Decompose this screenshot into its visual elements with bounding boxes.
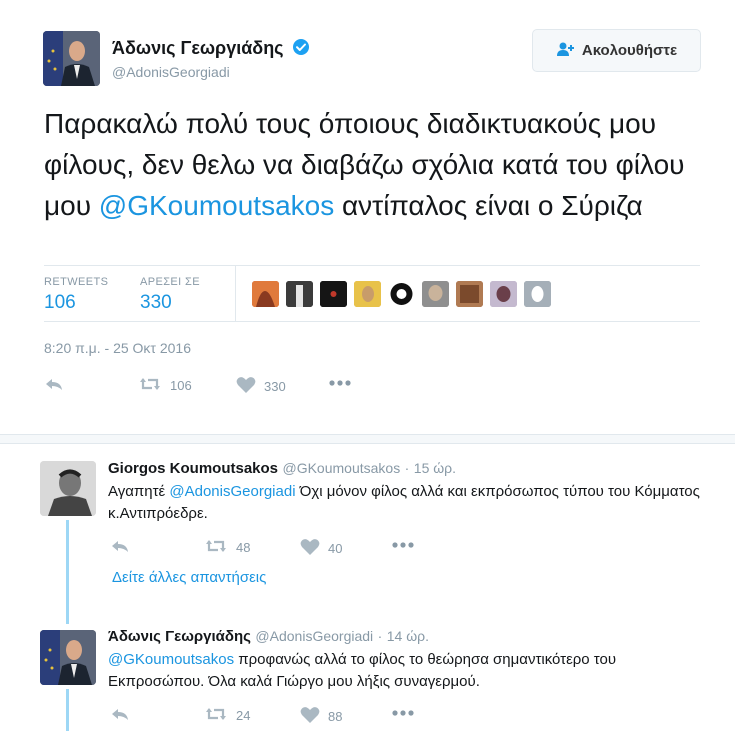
reply-author-handle[interactable]: @AdonisGeorgiadi [255, 628, 373, 644]
author-handle[interactable]: @AdonisGeorgiadi [112, 64, 230, 80]
reply-dot: · [404, 460, 410, 476]
reply-mention-link[interactable]: @AdonisGeorgiadi [169, 483, 295, 500]
more-dots-icon [391, 706, 415, 721]
reply-time[interactable]: 15 ώρ. [414, 460, 456, 476]
liker-avatar[interactable] [320, 281, 347, 307]
like-button[interactable]: 330 [236, 376, 286, 397]
reply-author-handle[interactable]: @GKoumoutsakos [282, 460, 400, 476]
liker-avatar[interactable] [490, 281, 517, 307]
liker-avatar[interactable] [456, 281, 483, 307]
tweet-text: Παρακαλώ πολύ τους όποιους διαδικτυακούς… [44, 103, 724, 226]
reply-text: @GKoumoutsakos προφανώς αλλά το φίλος το… [108, 649, 708, 693]
liker-avatar[interactable] [422, 281, 449, 307]
section-separator [0, 434, 735, 444]
likes-stat[interactable]: ΑΡΕΣΕΙ ΣΕ 330 [140, 276, 200, 314]
reply-header: Giorgos Koumoutsakos @GKoumoutsakos · 15… [108, 460, 456, 478]
retweet-button[interactable]: 48 [204, 538, 250, 557]
retweet-icon [204, 538, 228, 557]
liker-avatar[interactable] [286, 281, 313, 307]
more-replies-link[interactable]: Δείτε άλλες απαντήσεις [112, 569, 266, 586]
reply-button[interactable] [110, 706, 130, 725]
likes-label: ΑΡΕΣΕΙ ΣΕ [140, 276, 200, 288]
more-options-button[interactable] [391, 706, 415, 721]
author-avatar[interactable] [43, 31, 100, 86]
reply-button[interactable] [110, 538, 130, 557]
like-count: 88 [328, 709, 343, 724]
reply-header: Άδωνις Γεωργιάδης @AdonisGeorgiadi · 14 … [108, 628, 429, 646]
likes-value: 330 [140, 292, 172, 313]
stats-divider [235, 266, 236, 322]
retweet-count: 24 [236, 708, 251, 723]
reply-text-before: Αγαπητέ [108, 483, 170, 500]
reply-dot: · [377, 628, 383, 644]
reply-text: Αγαπητέ @AdonisGeorgiadi Όχι μόνον φίλος… [108, 481, 708, 525]
reply-avatar[interactable] [40, 630, 96, 685]
follow-button-label: Ακολουθήστε [581, 42, 678, 59]
thread-line [66, 520, 69, 624]
more-dots-icon [328, 376, 352, 391]
tweet-timestamp[interactable]: 8:20 π.μ. - 25 Οκτ 2016 [44, 340, 191, 356]
reply-time[interactable]: 14 ώρ. [387, 628, 429, 644]
add-user-icon [556, 41, 576, 61]
retweet-icon [138, 376, 162, 395]
more-dots-icon [391, 538, 415, 553]
retweet-button[interactable]: 106 [138, 376, 192, 395]
reply-icon [110, 706, 130, 725]
more-options-button[interactable] [391, 538, 415, 553]
liker-avatar[interactable] [354, 281, 381, 307]
heart-icon [300, 706, 320, 727]
liker-avatar[interactable] [252, 281, 279, 307]
tweet-mention-link[interactable]: @GKoumoutsakos [99, 190, 334, 221]
author-name-row: Άδωνις Γεωργιάδης [112, 38, 310, 61]
reply-icon [44, 376, 64, 395]
like-button[interactable]: 88 [300, 706, 342, 727]
reply-avatar[interactable] [40, 461, 96, 516]
author-name[interactable]: Άδωνις Γεωργιάδης [112, 38, 284, 58]
liker-avatar[interactable] [524, 281, 551, 307]
like-count: 330 [264, 379, 286, 394]
like-button[interactable]: 40 [300, 538, 342, 559]
retweet-count: 106 [170, 378, 192, 393]
retweet-icon [204, 706, 228, 725]
verified-badge-icon [292, 38, 310, 61]
heart-icon [236, 376, 256, 397]
reply-author-name[interactable]: Giorgos Koumoutsakos [108, 460, 278, 477]
reply-button[interactable] [44, 376, 64, 395]
like-count: 40 [328, 541, 343, 556]
retweet-count: 48 [236, 540, 251, 555]
more-options-button[interactable] [328, 376, 352, 391]
retweet-button[interactable]: 24 [204, 706, 250, 725]
thread-line [66, 689, 69, 731]
retweets-stat[interactable]: RETWEETS 106 [44, 276, 108, 314]
reply-icon [110, 538, 130, 557]
follow-button[interactable]: Ακολουθήστε [532, 29, 701, 72]
heart-icon [300, 538, 320, 559]
reply-author-name[interactable]: Άδωνις Γεωργιάδης [108, 628, 251, 645]
reply-mention-link[interactable]: @GKoumoutsakos [108, 651, 234, 668]
retweets-value: 106 [44, 292, 76, 313]
tweet-text-after: αντίπαλος είναι ο Σύριζα [334, 190, 643, 221]
retweets-label: RETWEETS [44, 276, 109, 288]
liker-avatar[interactable] [388, 281, 415, 307]
